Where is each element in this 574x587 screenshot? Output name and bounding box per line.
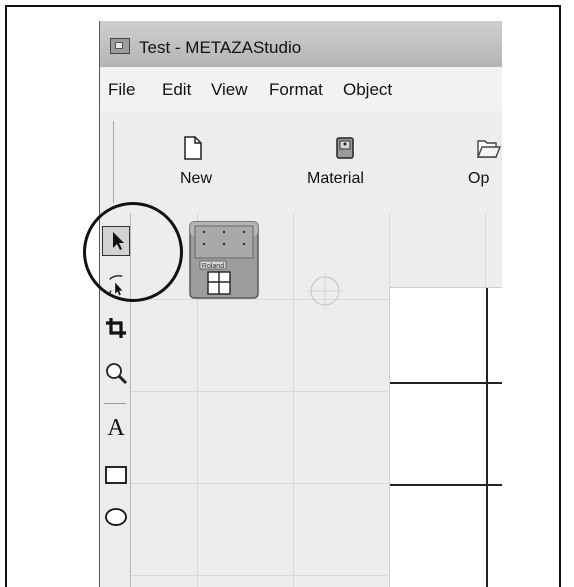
guide-line-vertical [486, 288, 488, 587]
edit-pointer-icon[interactable] [104, 273, 128, 297]
menu-file[interactable]: File [108, 80, 135, 100]
toolbar-grip [113, 121, 114, 203]
new-document-icon [184, 136, 202, 160]
new-button-label: New [180, 170, 213, 187]
app-icon[interactable] [110, 38, 130, 54]
screenshot-frame: Test - METAZAStudio File Edit View Forma… [5, 5, 561, 587]
app-window: Test - METAZAStudio File Edit View Forma… [99, 21, 502, 587]
open-button[interactable]: Op [460, 129, 502, 199]
new-button[interactable]: New [152, 129, 242, 199]
main-toolbar: New Material Op [100, 111, 502, 214]
magnifier-icon[interactable] [104, 361, 128, 385]
open-button-label: Op [468, 170, 490, 187]
title-bar: Test - METAZAStudio [100, 21, 502, 67]
print-area[interactable] [389, 287, 502, 587]
menu-bar: File Edit View Format Object [100, 67, 502, 112]
tool-palette: A [100, 213, 131, 587]
menu-view[interactable]: View [211, 80, 248, 100]
material-button-label: Material [307, 170, 364, 187]
origin-marker [307, 273, 343, 309]
tool-palette-divider [104, 403, 126, 404]
material-icon [336, 137, 354, 159]
window-title: Test - METAZAStudio [139, 38, 302, 57]
menu-object[interactable]: Object [343, 80, 392, 100]
crop-icon[interactable] [104, 316, 128, 340]
ellipse-icon[interactable] [104, 503, 128, 527]
material-thumbnail[interactable]: Roland [188, 220, 260, 300]
page: Test - METAZAStudio File Edit View Forma… [0, 0, 574, 587]
design-canvas[interactable]: Roland [131, 213, 502, 587]
open-folder-icon [476, 140, 502, 158]
material-button[interactable]: Material [300, 129, 400, 199]
rectangle-icon[interactable] [104, 463, 128, 487]
arrow-pointer-icon[interactable] [106, 229, 130, 253]
material-thumbnail-label: Roland [202, 263, 224, 270]
menu-format[interactable]: Format [269, 80, 323, 100]
menu-edit[interactable]: Edit [162, 80, 191, 100]
letter-a-icon[interactable]: A [104, 416, 128, 440]
